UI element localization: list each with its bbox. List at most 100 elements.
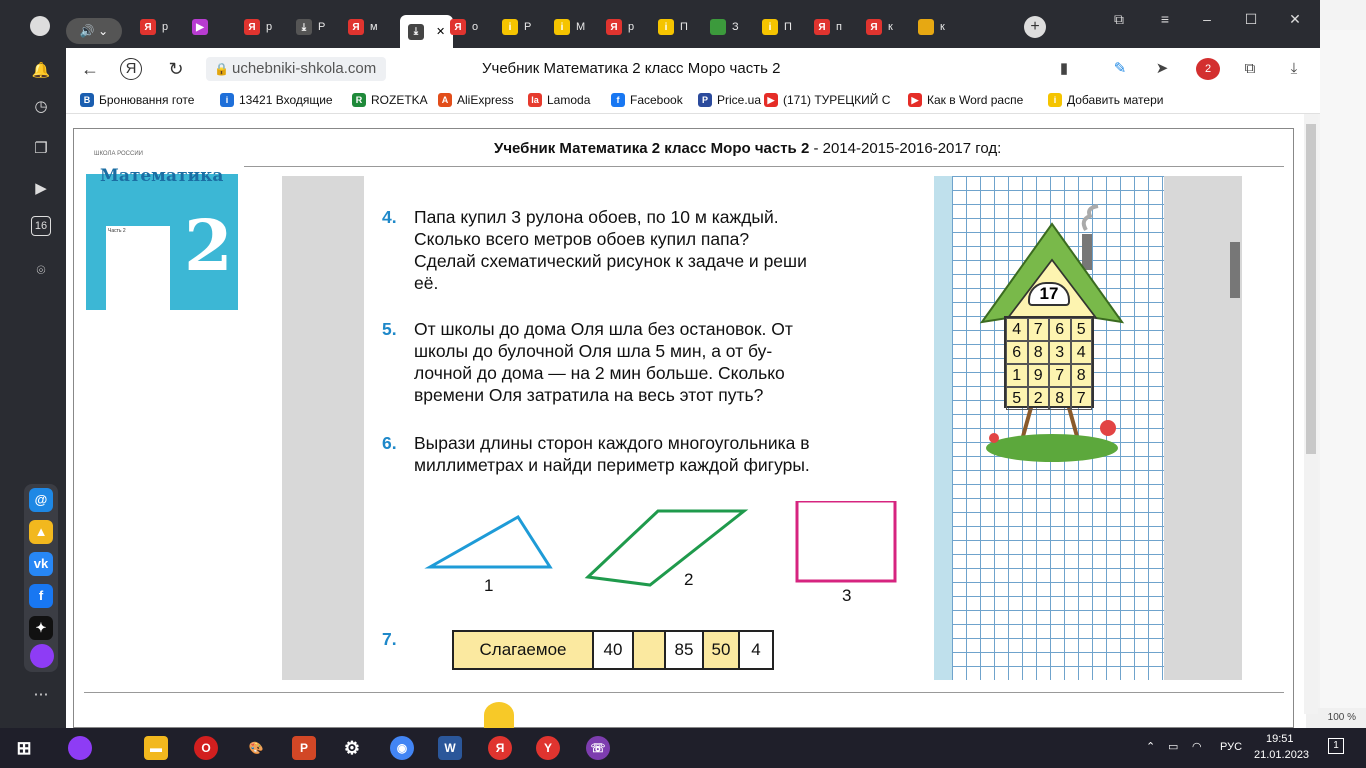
tab-8[interactable]: iМ [554, 13, 585, 41]
tab-bar: 🔊 ⌄ Яр ▶ Яр ⤓ Р Ям ⤓ ✕ Яо i Рi М Яр i П Зi П Яп Як к + ⧉ ≡… [0, 0, 1320, 48]
tab-12[interactable]: iП [762, 13, 792, 41]
bookmark-item[interactable]: i Добавить матери [1048, 93, 1163, 107]
tab-manager-icon[interactable]: ⧉ [1106, 8, 1132, 30]
pen-icon[interactable]: ✎ [1108, 58, 1132, 80]
bookmark-item[interactable]: R ROZETKA [352, 93, 428, 107]
task-text-line: времени Оля затратила на весь этот путь? [414, 385, 764, 405]
address-bar[interactable]: 🔒 uchebniki-shkola.com [206, 57, 387, 81]
chrome-icon[interactable]: ◉ [390, 736, 414, 760]
viber-icon[interactable]: ☏ [586, 736, 610, 760]
history-icon[interactable]: ◷ [28, 94, 54, 120]
extensions-icon[interactable]: ⧉ [1238, 58, 1262, 80]
yandex-home-icon[interactable]: Я [120, 58, 142, 80]
bookmark-item[interactable]: P Price.ua [698, 93, 761, 107]
tab-4[interactable]: Ям [348, 13, 378, 41]
start-button[interactable]: ⊞ [12, 736, 36, 760]
tab-5[interactable]: ⤓ ✕ [400, 15, 454, 48]
back-button[interactable]: ← [78, 58, 102, 80]
collections-icon[interactable]: ❐ [28, 136, 54, 162]
clock-time[interactable]: 19:51 [1266, 733, 1294, 745]
tab-label: р [266, 21, 273, 33]
alice-icon[interactable] [30, 644, 54, 668]
bookmark-label: Добавить матери [1067, 93, 1164, 107]
cursor-icon[interactable]: ➤ [1150, 58, 1174, 80]
video-icon[interactable]: ▶ [28, 176, 54, 202]
bookmark-item[interactable]: B Бронювання готе [80, 93, 194, 107]
explorer-icon[interactable]: ▬ [144, 736, 168, 760]
paint-icon[interactable]: 🎨 [244, 736, 268, 760]
powerpoint-icon[interactable]: P [292, 736, 316, 760]
bell-icon[interactable]: 🔔 [28, 58, 54, 84]
bookmark-item[interactable]: A AliExpress [438, 93, 514, 107]
minimize-button[interactable]: – [1194, 8, 1220, 30]
calendar-icon[interactable]: 16 [31, 216, 51, 236]
book-cover[interactable]: ШКОЛА РОССИИ Математика Часть 2 2 [86, 136, 238, 310]
task-text-line: Папа купил 3 рулона обоев, по 10 м кажды… [414, 207, 779, 227]
task-text-line: её. [414, 273, 439, 293]
tab-label: З [732, 21, 739, 33]
star-icon[interactable]: ✦ [29, 616, 53, 640]
download-icon[interactable]: ⤓ [1282, 58, 1306, 80]
bookmark-icon: i [1048, 93, 1062, 107]
camera-icon[interactable]: ⌾ [28, 258, 54, 284]
tab-0[interactable]: Яр [140, 13, 168, 41]
tab-9[interactable]: Яр [606, 13, 634, 41]
new-tab-button[interactable]: + [1024, 13, 1046, 41]
bookmark-icon: R [352, 93, 366, 107]
close-button[interactable]: ✕ [1282, 8, 1308, 30]
profile-icon[interactable] [30, 16, 50, 36]
image-icon[interactable]: ▲ [29, 520, 53, 544]
grid-cell: 8 [1070, 364, 1092, 387]
bookmark-icon[interactable]: ▮ [1052, 58, 1076, 80]
scan-scrollbar[interactable] [1230, 242, 1240, 298]
task-number: 5. [382, 319, 397, 339]
bookmark-item[interactable]: la Lamoda [528, 93, 590, 107]
extension-badge[interactable]: 2 [1196, 58, 1220, 80]
sound-tabs-button[interactable]: 🔊 ⌄ [66, 18, 122, 44]
tab-10[interactable]: iП [658, 13, 688, 41]
yandex-browser-icon[interactable]: Y [536, 736, 560, 760]
mail-icon[interactable]: @ [29, 488, 53, 512]
task-text-line: школы до булочной Оля шла 5 мин, а от бу… [414, 341, 773, 361]
tab-11[interactable]: З [710, 13, 739, 41]
tab-14[interactable]: Як [866, 13, 893, 41]
network-icon[interactable]: ▭ [1168, 740, 1178, 753]
bookmark-label: Price.ua [717, 93, 762, 107]
vk-icon[interactable]: vk [29, 552, 53, 576]
tab-1[interactable]: ▶ [192, 13, 214, 41]
grid-cell: 3 [1049, 341, 1071, 364]
page-scrollbar[interactable] [1304, 114, 1318, 714]
yandex-icon[interactable]: Я [488, 736, 512, 760]
bookmark-icon: i [220, 93, 234, 107]
facebook-icon[interactable]: f [29, 584, 53, 608]
tab-6[interactable]: Яо [450, 13, 478, 41]
task-text-line: Сколько всего метров обоев купил папа? [414, 229, 750, 249]
tab-2[interactable]: Яр [244, 13, 272, 41]
bookmark-item[interactable]: ▶ (171) ТУРЕЦКИЙ С [764, 93, 890, 107]
tab-15[interactable]: к [918, 13, 945, 41]
tab-13[interactable]: Яп [814, 13, 842, 41]
wifi-icon[interactable]: ◠ [1192, 740, 1202, 753]
more-icon[interactable]: ⋯ [28, 682, 54, 708]
settings-icon[interactable]: ⚙ [340, 736, 364, 760]
clock-date[interactable]: 21.01.2023 [1254, 749, 1309, 761]
word-icon[interactable]: W [438, 736, 462, 760]
alice-icon[interactable] [68, 736, 92, 760]
reload-button[interactable]: ↻ [164, 58, 188, 80]
opera-icon[interactable]: O [194, 736, 218, 760]
bookmarks-bar: B Бронювання готе i 13421 Входящие R ROZETKA A… [66, 90, 1320, 114]
close-tab-icon[interactable]: ✕ [436, 25, 445, 38]
menu-icon[interactable]: ≡ [1152, 8, 1178, 30]
notification-icon[interactable]: 1 [1328, 738, 1344, 754]
tab-3[interactable]: ⤓ Р [296, 13, 325, 41]
textbook-scan[interactable]: 4. Папа купил 3 рулона обоев, по 10 м каж… [282, 176, 1242, 680]
bookmark-item[interactable]: i 13421 Входящие [220, 93, 333, 107]
zoom-level[interactable]: 100 % [1328, 712, 1356, 723]
tab-7[interactable]: iР [502, 13, 531, 41]
language-indicator[interactable]: РУС [1220, 741, 1242, 753]
maximize-button[interactable]: ☐ [1238, 8, 1264, 30]
bookmark-label: ROZETKA [371, 93, 428, 107]
bookmark-item[interactable]: ▶ Как в Word распе [908, 93, 1023, 107]
bookmark-item[interactable]: f Facebook [611, 93, 683, 107]
tray-chevron-icon[interactable]: ⌃ [1146, 740, 1155, 753]
